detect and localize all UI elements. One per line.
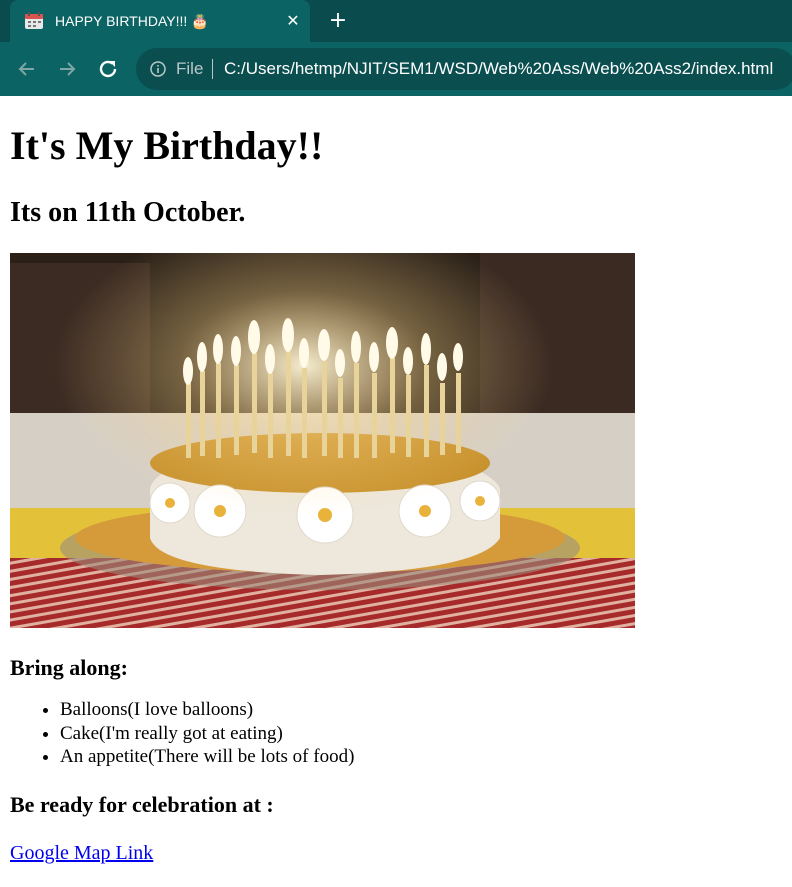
info-icon[interactable] [150, 61, 166, 77]
reload-icon[interactable] [95, 56, 121, 82]
new-tab-button[interactable]: + [326, 6, 350, 36]
forward-arrow-icon[interactable] [54, 56, 80, 82]
bring-along-heading: Bring along: [10, 655, 128, 680]
list-item: An appetite(There will be lots of food) [60, 745, 782, 769]
tab-strip: HAPPY BIRTHDAY!!! 🎂 ✕ + [0, 0, 792, 42]
google-map-link[interactable]: Google Map Link [10, 841, 153, 865]
browser-toolbar: File C:/Users/hetmp/NJIT/SEM1/WSD/Web%20… [0, 42, 792, 96]
omnibox-divider [212, 59, 213, 79]
url-text[interactable]: C:/Users/hetmp/NJIT/SEM1/WSD/Web%20Ass/W… [224, 59, 773, 79]
close-tab-icon[interactable]: ✕ [282, 8, 304, 34]
browser-chrome: HAPPY BIRTHDAY!!! 🎂 ✕ + File C:/Users/he… [0, 0, 792, 96]
list-item: Balloons(I love balloons) [60, 698, 782, 722]
address-bar[interactable]: File C:/Users/hetmp/NJIT/SEM1/WSD/Web%20… [136, 48, 792, 90]
birthday-cake-image [10, 253, 635, 628]
page-title: It's My Birthday!! [10, 123, 324, 168]
url-scheme: File [176, 59, 204, 78]
back-arrow-icon[interactable] [14, 56, 40, 82]
page-content: It's My Birthday!! Its on 11th October. [0, 123, 792, 865]
calendar-icon [25, 12, 43, 29]
date-heading: Its on 11th October. [10, 197, 246, 228]
tab-title: HAPPY BIRTHDAY!!! 🎂 [55, 13, 209, 29]
bring-along-list: Balloons(I love balloons) Cake(I'm reall… [10, 698, 782, 769]
active-tab[interactable]: HAPPY BIRTHDAY!!! 🎂 ✕ [10, 0, 310, 42]
list-item: Cake(I'm really got at eating) [60, 722, 782, 746]
celebration-heading: Be ready for celebration at : [10, 791, 274, 817]
